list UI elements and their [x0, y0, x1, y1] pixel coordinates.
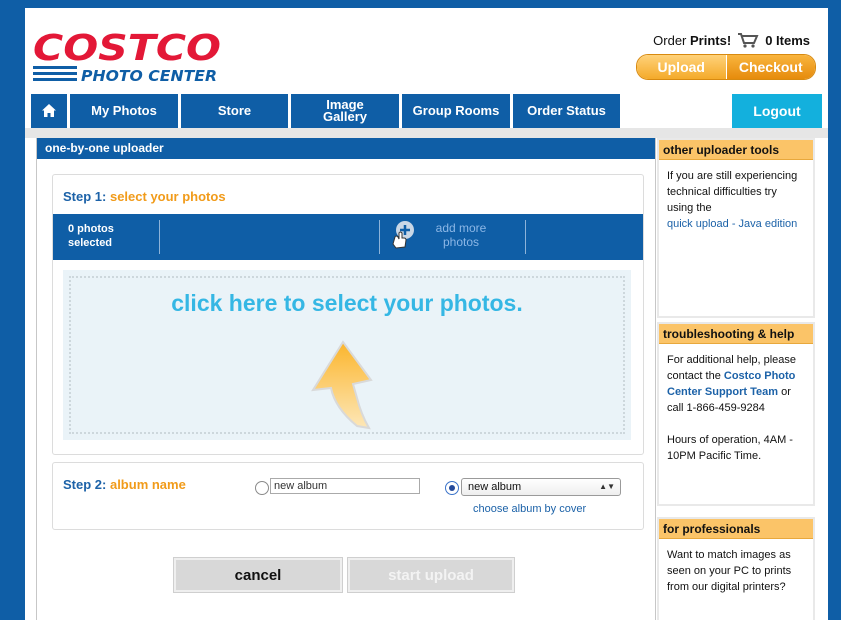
- pros-text: Want to match images as seen on your PC …: [667, 549, 792, 593]
- bar-divider: [159, 220, 160, 254]
- add-hand-icon: [389, 220, 417, 255]
- tab-image-gallery-label: Image Gallery: [322, 97, 368, 124]
- tab-store[interactable]: Store: [181, 94, 288, 128]
- hours-text: Hours of operation, 4AM - 10PM Pacific T…: [667, 434, 793, 462]
- add-more-label: add more photos: [435, 221, 487, 249]
- cart-count: 0 Items: [765, 32, 810, 48]
- troubleshooting-help-box: troubleshooting & help For additional he…: [657, 322, 815, 506]
- tools-text: If you are still experiencing technical …: [667, 170, 798, 214]
- shopping-cart-icon[interactable]: [737, 32, 759, 48]
- tools-title: other uploader tools: [659, 140, 813, 160]
- album-select[interactable]: new album ▲▼: [461, 478, 621, 496]
- for-professionals-box: for professionals Want to match images a…: [657, 517, 815, 620]
- top-band: [25, 0, 828, 8]
- help-text: For additional help, please contact the …: [667, 354, 797, 414]
- tab-order-status[interactable]: Order Status: [513, 94, 620, 128]
- photo-drop-zone[interactable]: click here to select your photos.: [63, 270, 631, 440]
- pros-title: for professionals: [659, 519, 813, 539]
- bar-divider: [525, 220, 526, 254]
- svg-text:COSTCO: COSTCO: [33, 28, 221, 69]
- photos-selected-count: 0 photos selected: [68, 223, 114, 249]
- add-more-photos-button[interactable]: add more photos: [389, 220, 529, 254]
- tab-group-rooms[interactable]: Group Rooms: [402, 94, 510, 128]
- help-title: troubleshooting & help: [659, 324, 813, 344]
- step2-section: Step 2: album name new album ▲▼ choose a…: [52, 462, 644, 530]
- album-select-value: new album: [468, 481, 522, 493]
- quick-upload-java-link[interactable]: quick upload - Java edition: [667, 216, 805, 232]
- other-uploader-tools-box: other uploader tools If you are still ex…: [657, 138, 815, 318]
- cancel-button[interactable]: cancel: [174, 558, 342, 592]
- existing-album-radio[interactable]: [445, 481, 459, 495]
- upload-arrow-icon: [309, 338, 393, 439]
- step1-section: Step 1: select your photos 0 photos sele…: [52, 174, 644, 455]
- step1-title: Step 1: select your photos: [63, 189, 226, 204]
- uploader-panel: one-by-one uploader Step 1: select your …: [36, 138, 656, 620]
- select-photos-message: click here to select your photos.: [171, 290, 523, 316]
- order-prints-label: Order Prints!: [653, 32, 732, 48]
- new-album-radio[interactable]: [255, 481, 269, 495]
- select-arrows-icon: ▲▼: [599, 482, 615, 491]
- upload-checkout-group: Upload Checkout: [636, 54, 816, 80]
- main-nav: My Photos Store Image Gallery Group Room…: [31, 94, 620, 128]
- page: COSTCO PHOTO CENTER Order Prints! 0 Item…: [25, 0, 828, 620]
- new-album-input[interactable]: [270, 478, 420, 494]
- step2-title: Step 2: album name: [63, 477, 186, 492]
- tab-image-gallery[interactable]: Image Gallery: [291, 94, 399, 128]
- upload-button[interactable]: Upload: [637, 55, 727, 79]
- logout-button[interactable]: Logout: [732, 94, 822, 128]
- home-icon: [41, 103, 57, 120]
- nav-home[interactable]: [31, 94, 67, 128]
- tab-my-photos[interactable]: My Photos: [70, 94, 178, 128]
- checkout-button[interactable]: Checkout: [726, 55, 815, 79]
- cart-summary[interactable]: Order Prints! 0 Items: [653, 32, 810, 48]
- start-upload-button[interactable]: start upload: [348, 558, 514, 592]
- nav-divider: [25, 128, 828, 138]
- costco-photo-center-logo[interactable]: COSTCO PHOTO CENTER: [31, 26, 227, 89]
- uploader-title: one-by-one uploader: [37, 138, 655, 159]
- photo-status-bar: 0 photos selected add more photos: [53, 214, 643, 260]
- svg-text:PHOTO CENTER: PHOTO CENTER: [81, 67, 217, 84]
- choose-album-by-cover-link[interactable]: choose album by cover: [473, 503, 586, 515]
- bar-divider: [379, 220, 380, 254]
